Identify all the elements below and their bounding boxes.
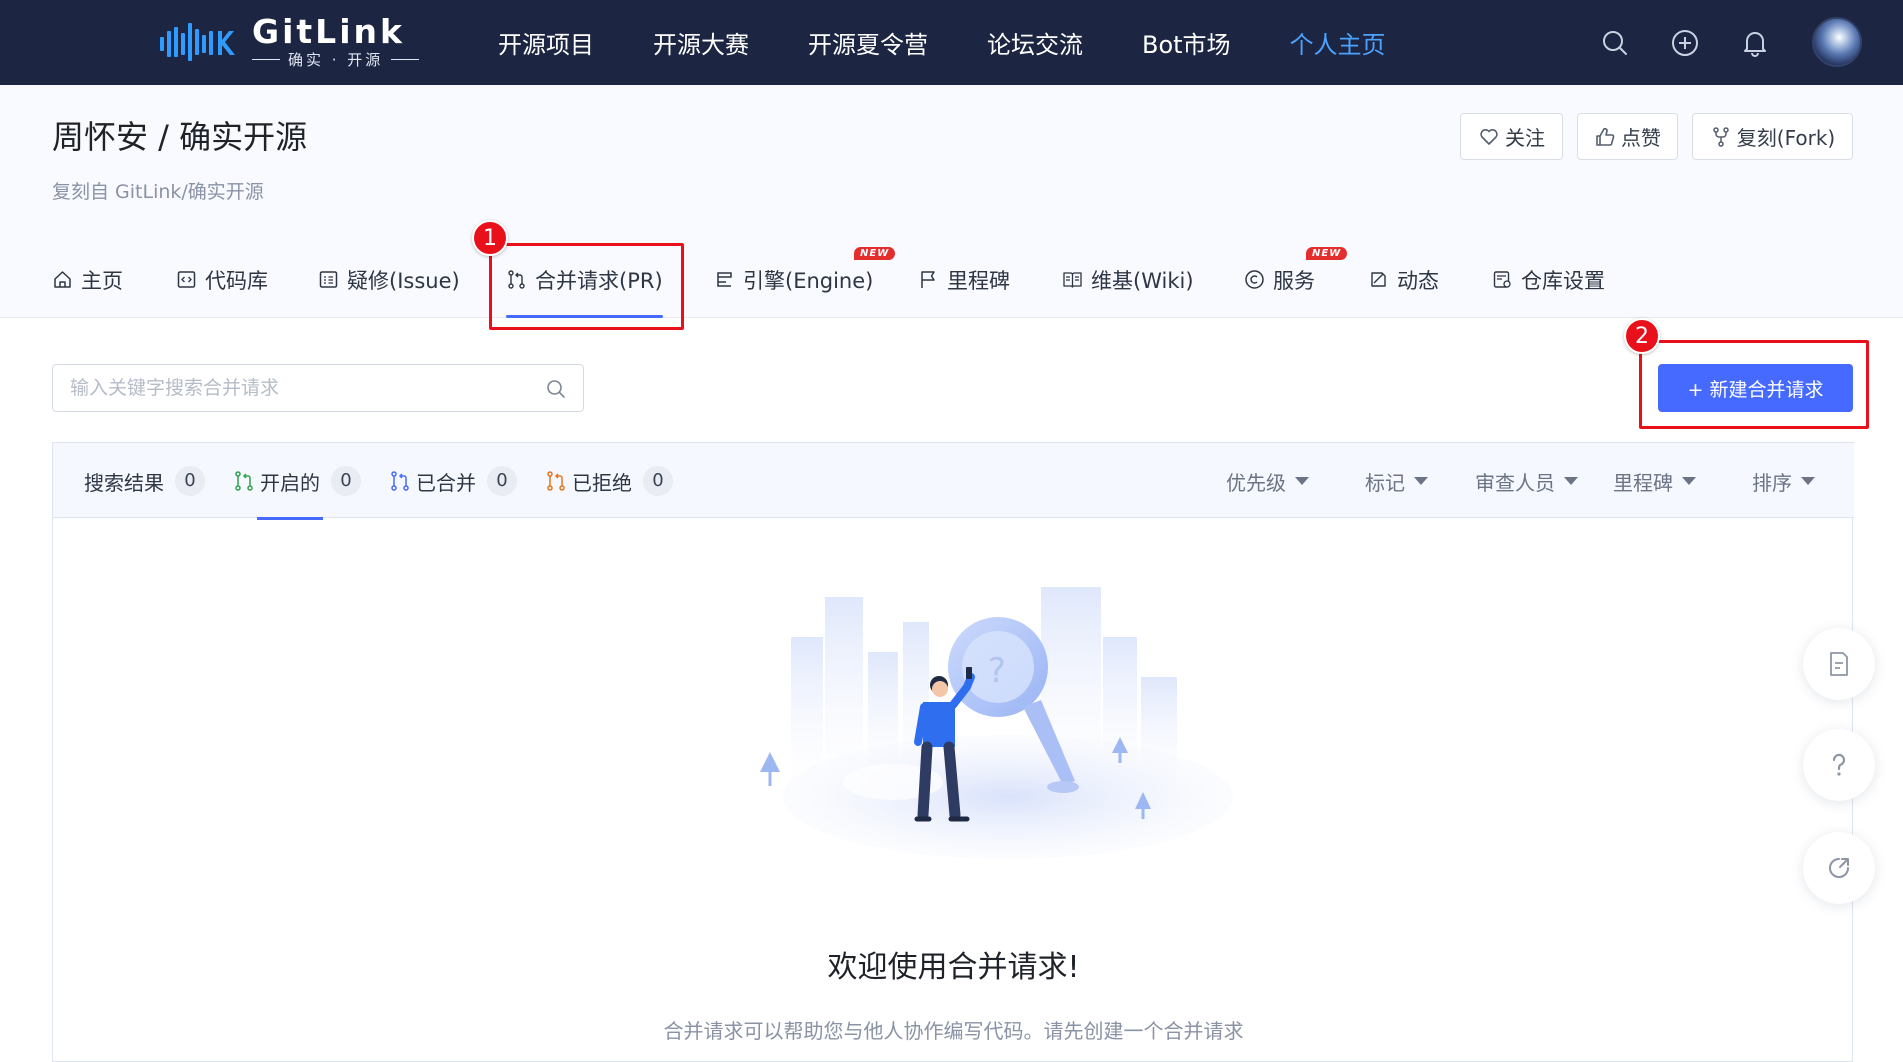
tab-code[interactable]: 代码库	[176, 255, 268, 318]
home-icon	[54, 271, 71, 288]
share-arrow-icon	[1829, 858, 1849, 878]
nav-item-forum[interactable]: 论坛交流	[987, 25, 1083, 60]
forked-from-text[interactable]: 复刻自 GitLink/确实开源	[52, 177, 264, 204]
top-navbar: GitLink 确实 · 开源 开源项目 开源大赛 开源夏令营 论坛交流 Bot…	[0, 0, 1903, 85]
new-badge: NEW	[854, 247, 896, 260]
milestone-dropdown[interactable]: 里程碑	[1613, 443, 1696, 519]
tab-engine[interactable]: 引擎(Engine) NEW	[714, 247, 896, 318]
callout-number-2: 2	[1624, 318, 1660, 354]
watch-button[interactable]: 关注	[1460, 113, 1563, 160]
share-button[interactable]	[1803, 832, 1875, 904]
tab-activity[interactable]: 动态	[1368, 255, 1439, 318]
nav-item-personal-home[interactable]: 个人主页	[1290, 25, 1386, 60]
empty-state-illustration: ?	[760, 587, 1233, 859]
main-nav: 开源项目 开源大赛 开源夏令营 论坛交流 Bot市场 个人主页	[498, 0, 1445, 85]
issue-icon	[319, 271, 338, 288]
callout-number-1: 1	[472, 220, 508, 256]
gitlink-logo-mark-icon	[160, 23, 235, 61]
search-icon[interactable]	[1600, 28, 1630, 58]
tab-home[interactable]: 主页	[52, 255, 123, 318]
active-tab-underline	[506, 315, 663, 318]
count-badge: 0	[487, 466, 517, 496]
caret-down-icon	[1682, 477, 1696, 485]
thumbs-up-icon	[1596, 127, 1615, 146]
reviewer-dropdown[interactable]: 审查人员	[1475, 443, 1578, 519]
fork-icon	[1713, 126, 1729, 147]
feedback-button[interactable]	[1803, 628, 1875, 700]
fork-label: 复刻(Fork)	[1736, 126, 1836, 150]
book-icon	[1063, 272, 1082, 288]
plus-circle-icon[interactable]	[1670, 28, 1700, 58]
caret-down-icon	[1564, 477, 1578, 485]
flag-icon	[921, 271, 935, 288]
label-dropdown[interactable]: 标记	[1365, 443, 1428, 519]
new-badge: NEW	[1306, 247, 1348, 260]
service-icon	[1245, 270, 1264, 289]
new-pull-request-button[interactable]: + 新建合并请求	[1658, 364, 1853, 412]
logo-name: GitLink	[252, 12, 405, 51]
empty-state-title: 欢迎使用合并请求!	[827, 950, 1080, 985]
filter-rejected[interactable]: 已拒绝 0	[545, 443, 673, 519]
engine-icon	[717, 272, 732, 287]
tab-repo-settings[interactable]: 仓库设置	[1492, 255, 1605, 318]
tab-milestone[interactable]: 里程碑	[918, 255, 1010, 318]
tab-service[interactable]: 服务 NEW	[1244, 247, 1348, 318]
filter-bar: 搜索结果 0 开启的 0 已合并 0 已拒绝 0 优先级 标记 审查人员 里程碑…	[53, 442, 1854, 520]
search-input[interactable]	[53, 365, 583, 411]
caret-down-icon	[1801, 477, 1815, 485]
nav-item-open-source-projects[interactable]: 开源项目	[498, 25, 594, 60]
caret-down-icon	[1414, 477, 1428, 485]
gitlink-logo[interactable]: GitLink 确实 · 开源	[158, 12, 420, 70]
like-button[interactable]: 点赞	[1577, 113, 1678, 160]
nav-item-bot-market[interactable]: Bot市场	[1142, 25, 1231, 60]
user-avatar[interactable]	[1812, 17, 1862, 67]
fork-button[interactable]: 复刻(Fork)	[1692, 113, 1853, 160]
pull-request-list-panel: 搜索结果 0 开启的 0 已合并 0 已拒绝 0 优先级 标记 审查人员 里程碑…	[52, 442, 1854, 1062]
search-box	[52, 364, 584, 412]
empty-state-description: 合并请求可以帮助您与他人协作编写代码。请先创建一个合并请求	[663, 1019, 1244, 1043]
like-label: 点赞	[1621, 126, 1661, 150]
watch-label: 关注	[1505, 126, 1545, 150]
count-badge: 0	[643, 466, 673, 496]
question-mark-icon	[1832, 753, 1846, 776]
heart-icon	[1480, 128, 1498, 145]
filter-merged[interactable]: 已合并 0	[389, 443, 517, 519]
caret-down-icon	[1295, 477, 1309, 485]
tab-pull-request[interactable]: 合并请求(PR)	[506, 255, 663, 318]
active-filter-underline	[257, 517, 323, 520]
nav-item-summer-camp[interactable]: 开源夏令营	[808, 25, 928, 60]
logo-subtitle: 确实 · 开源	[288, 51, 384, 69]
tab-wiki[interactable]: 维基(Wiki)	[1062, 255, 1194, 318]
priority-dropdown[interactable]: 优先级	[1226, 443, 1309, 519]
repo-header: 周怀安 / 确实开源 复刻自 GitLink/确实开源 关注 点赞 复刻(For…	[0, 85, 1903, 318]
filter-open[interactable]: 开启的 0	[233, 443, 361, 520]
edit-note-icon	[1830, 652, 1848, 676]
tab-issue[interactable]: 疑修(Issue)	[318, 255, 460, 318]
count-badge: 0	[175, 466, 205, 496]
filter-search-results[interactable]: 搜索结果 0	[84, 443, 205, 519]
open-pr-icon	[235, 471, 253, 491]
activity-icon	[1371, 272, 1386, 287]
count-badge: 0	[331, 466, 361, 496]
repo-title[interactable]: 周怀安 / 确实开源	[52, 112, 307, 158]
rejected-pr-icon	[547, 471, 565, 491]
merged-pr-icon	[391, 471, 409, 491]
code-icon	[177, 271, 196, 288]
svg-text:?: ?	[988, 651, 1006, 691]
settings-icon	[1493, 271, 1511, 288]
sort-dropdown[interactable]: 排序	[1752, 443, 1815, 519]
help-button[interactable]	[1803, 729, 1875, 801]
search-icon[interactable]	[545, 378, 567, 400]
nav-item-competitions[interactable]: 开源大赛	[653, 25, 749, 60]
pull-request-icon	[508, 270, 525, 289]
bell-icon[interactable]	[1740, 28, 1770, 58]
